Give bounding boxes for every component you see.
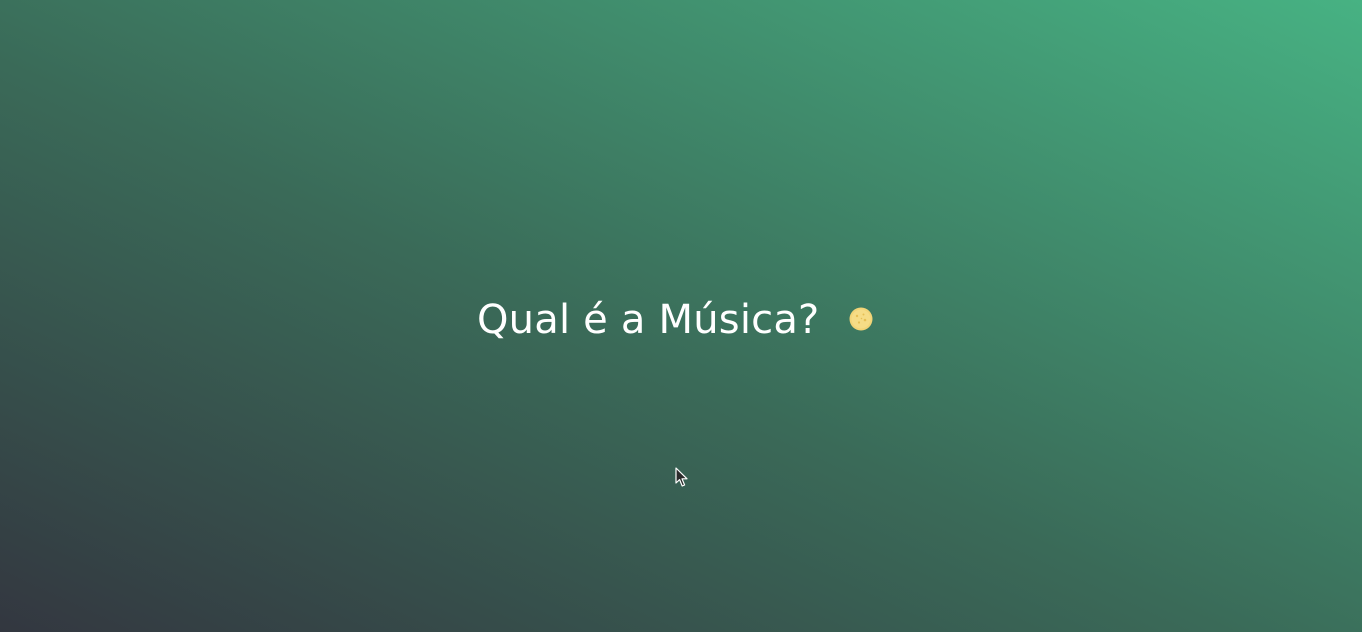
page-title: Qual é a Música? <box>477 297 820 343</box>
start-screen: Qual é a Música? <box>0 0 1362 632</box>
title-row: Qual é a Música? <box>477 292 873 348</box>
mouse-cursor-icon <box>675 467 688 487</box>
gold-coin-icon[interactable] <box>849 307 873 331</box>
